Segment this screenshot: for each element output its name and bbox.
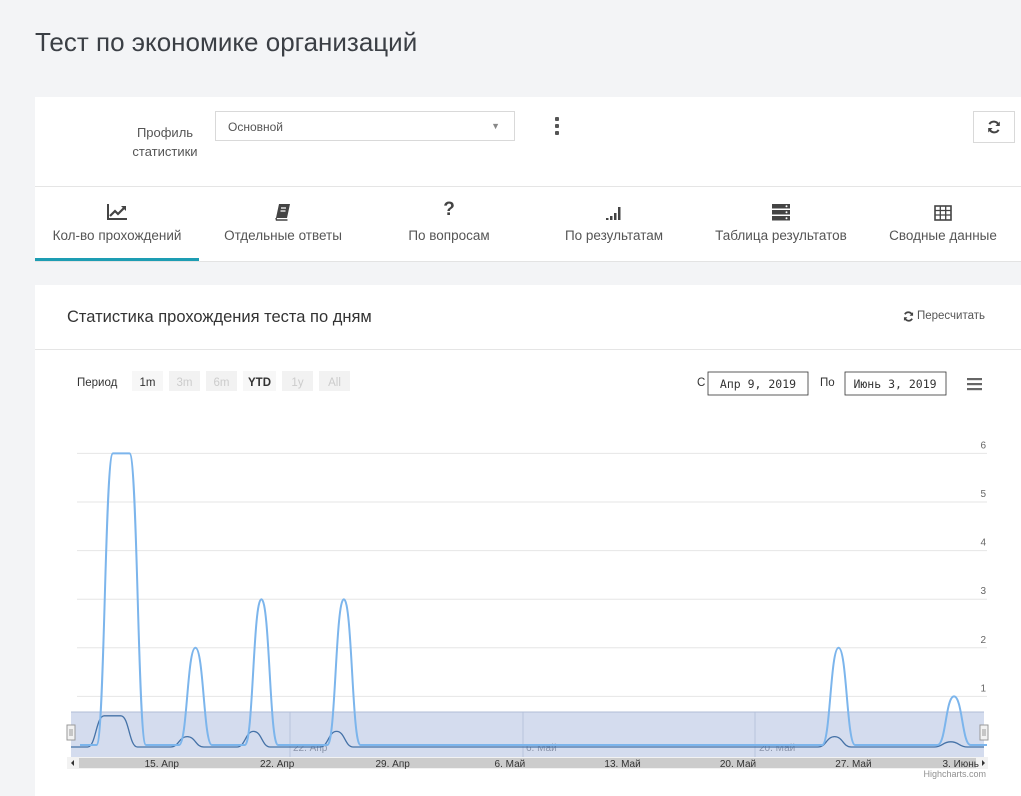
tab-results-table[interactable]: Таблица результатов [697,189,865,260]
chart-menu-icon[interactable] [967,378,982,391]
profile-select[interactable]: Основной ▼ [215,111,515,141]
page-title: Тест по экономике организаций [35,27,418,57]
tab-label: По результатам [564,228,664,243]
line-chart-icon [35,199,199,221]
tab-summary-data[interactable]: Сводные данные [865,189,1021,260]
refresh-icon [903,310,914,322]
y-tick-label: 2 [980,635,986,646]
range-button-all[interactable]: All [319,371,350,391]
range-button-3m[interactable]: 3m [169,371,200,391]
x-tick-label: 6. Май [495,759,526,770]
range-button-6m[interactable]: 6m [206,371,237,391]
book-icon [199,199,367,221]
profile-label: Профиль статистики [115,123,215,161]
to-label: По [820,377,835,389]
range-selector: Период 1m 3m 6m YTD 1y All С Апр 9, 2019 По Июнь 3… [77,371,982,396]
tab-label: Сводные данные [889,228,997,243]
panel-divider [35,186,1021,187]
tab-by-questions[interactable]: ? По вопросам [367,189,531,260]
question-icon: ? [443,199,455,220]
y-axis-labels: 1 2 3 4 5 6 [980,440,986,694]
svg-text:YTD: YTD [248,377,271,389]
tab-attempts-count[interactable]: Кол-во прохождений [35,189,199,261]
y-tick-label: 1 [980,683,986,694]
tab-label: Отдельные ответы [224,228,342,243]
grid-lines [77,452,987,697]
tab-label: По вопросам [408,228,490,243]
x-tick-label: 22. Апр [260,759,295,770]
x-tick-label: 27. Май [835,759,871,770]
svg-text:3m: 3m [177,377,193,389]
recalculate-label: Пересчитать [916,310,985,322]
grid-table-icon [865,199,1021,221]
profile-select-value: Основной [228,120,284,134]
profile-label-line1: Профиль [136,125,194,140]
profile-label-line2: статистики [132,144,198,159]
x-tick-label: 20. Май [720,759,756,770]
range-button-ytd[interactable]: YTD [243,371,276,391]
x-tick-label: 29. Апр [375,759,410,770]
x-tick-label: 15. Апр [145,759,180,770]
from-date-value: Апр 9, 2019 [720,377,796,391]
tab-separate-answers[interactable]: Отдельные ответы [199,189,367,260]
range-button-1y[interactable]: 1y [282,371,313,391]
svg-text:All: All [328,377,341,389]
stats-panel: Статистика прохождения теста по дням Пер… [35,285,1021,796]
period-label: Период [77,377,118,389]
svg-text:6m: 6m [214,377,230,389]
navigator-handle-left[interactable] [66,724,76,741]
range-button-1m[interactable]: 1m [132,371,163,391]
stats-tabs: Кол-во прохождений Отдельные ответы ? По… [35,189,1021,262]
svg-text:1y: 1y [291,377,303,389]
x-tick-label: 13. Май [604,759,640,770]
kebab-menu-icon[interactable] [554,117,560,135]
server-table-icon [697,199,865,221]
navigator-handle-right[interactable] [979,724,989,741]
recalculate-button[interactable]: Пересчитать [903,310,985,322]
y-tick-label: 4 [980,538,986,549]
refresh-button[interactable] [973,111,1015,143]
y-tick-label: 5 [980,489,986,500]
svg-text:1m: 1m [140,377,156,389]
stats-title: Статистика прохождения теста по дням [67,308,372,326]
chevron-down-icon: ▼ [491,121,500,131]
profile-panel: Профиль статистики Основной ▼ Кол-во про… [35,97,1021,262]
to-date-value: Июнь 3, 2019 [853,377,936,391]
from-label: С [697,377,705,389]
refresh-icon [988,120,1000,134]
y-tick-label: 3 [980,586,986,597]
attempts-chart: Период 1m 3m 6m YTD 1y All С Апр 9, 2019 По Июнь 3… [66,371,989,779]
bar-signal-icon [531,199,697,221]
tab-label: Кол-во прохождений [52,228,182,243]
y-tick-label: 6 [980,440,986,451]
tab-by-results[interactable]: По результатам [531,189,697,260]
credits-link[interactable]: Highcharts.com [923,769,986,779]
tab-label: Таблица результатов [715,228,847,243]
